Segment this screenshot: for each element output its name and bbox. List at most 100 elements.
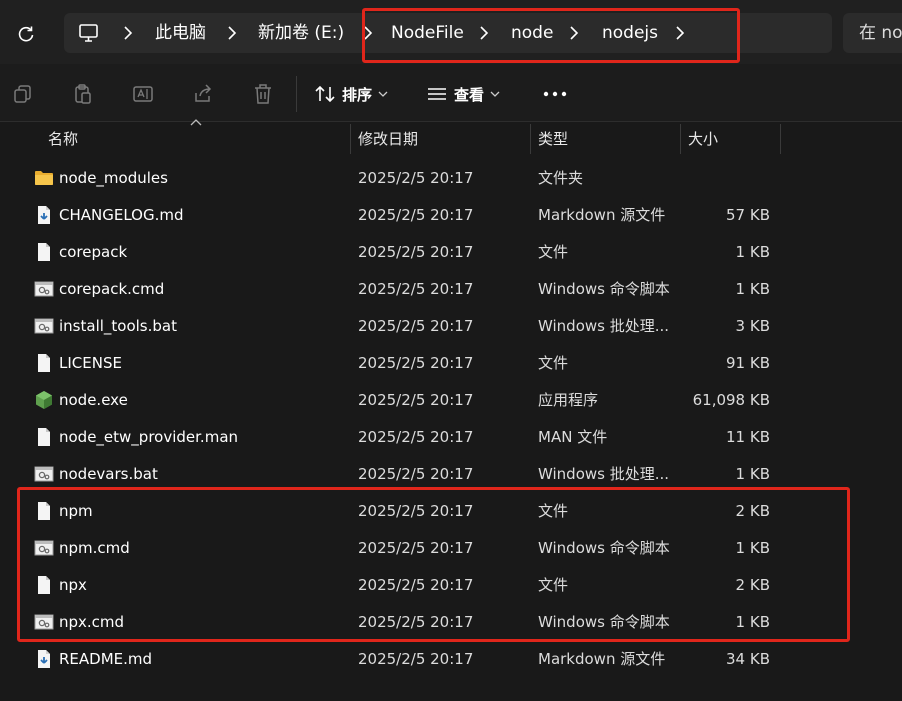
chevron-right-icon[interactable] bbox=[358, 13, 378, 53]
sort-label: 排序 bbox=[342, 85, 373, 104]
file-size: 1 KB bbox=[735, 613, 770, 631]
file-icon bbox=[34, 575, 54, 595]
file-row[interactable]: install_tools.bat 2025/2/5 20:17 Windows 批… bbox=[20, 308, 780, 345]
column-divider[interactable] bbox=[680, 124, 681, 154]
file-size: 34 KB bbox=[726, 650, 770, 668]
file-type: Windows 批处理... bbox=[538, 317, 670, 335]
file-name: corepack.cmd bbox=[59, 280, 165, 298]
script-icon bbox=[34, 538, 54, 558]
file-row[interactable]: nodevars.bat 2025/2/5 20:17 Windows 批处理...… bbox=[20, 456, 780, 493]
file-date: 2025/2/5 20:17 bbox=[358, 206, 474, 224]
breadcrumb-item-nodejs[interactable]: nodejs bbox=[602, 13, 658, 53]
toolbar-divider bbox=[296, 76, 297, 112]
file-row[interactable]: README.md 2025/2/5 20:17 Markdown 源文件 34 KB bbox=[20, 641, 780, 678]
column-header-date[interactable]: 修改日期 bbox=[358, 124, 418, 154]
file-type: Windows 命令脚本 bbox=[538, 539, 670, 557]
breadcrumb-item-this-pc[interactable]: 此电脑 bbox=[155, 13, 206, 53]
rename-icon[interactable] bbox=[130, 81, 156, 107]
file-type: MAN 文件 bbox=[538, 428, 608, 446]
file-row[interactable]: node_etw_provider.man 2025/2/5 20:17 MAN 文… bbox=[20, 419, 780, 456]
file-date: 2025/2/5 20:17 bbox=[358, 428, 474, 446]
column-divider[interactable] bbox=[530, 124, 531, 154]
file-date: 2025/2/5 20:17 bbox=[358, 354, 474, 372]
file-name: npm bbox=[59, 502, 93, 520]
file-size: 61,098 KB bbox=[692, 391, 770, 409]
file-size: 1 KB bbox=[735, 539, 770, 557]
file-icon bbox=[34, 353, 54, 373]
chevron-right-icon[interactable] bbox=[222, 13, 242, 53]
address-bar-region: 此电脑 新加卷 (E:) NodeFile node nodejs 在 no bbox=[0, 0, 902, 64]
view-icon bbox=[428, 88, 446, 100]
column-header-type[interactable]: 类型 bbox=[538, 124, 568, 154]
column-divider[interactable] bbox=[350, 124, 351, 154]
copy-icon[interactable] bbox=[10, 81, 36, 107]
file-type: 文件 bbox=[538, 502, 569, 520]
file-icon bbox=[34, 242, 54, 262]
file-name: README.md bbox=[59, 650, 153, 668]
sort-ascending-icon bbox=[190, 119, 202, 126]
file-row[interactable]: npm.cmd 2025/2/5 20:17 Windows 命令脚本 1 KB bbox=[20, 530, 780, 567]
more-icon bbox=[543, 91, 567, 97]
more-options-button[interactable] bbox=[543, 78, 567, 110]
chevron-right-icon[interactable] bbox=[118, 13, 138, 53]
file-type: 文件 bbox=[538, 354, 569, 372]
delete-icon[interactable] bbox=[250, 81, 276, 107]
share-icon[interactable] bbox=[190, 81, 216, 107]
file-name: install_tools.bat bbox=[59, 317, 177, 335]
node-icon bbox=[34, 390, 54, 410]
paste-icon[interactable] bbox=[70, 81, 96, 107]
chevron-right-icon[interactable] bbox=[670, 13, 690, 53]
script-icon bbox=[34, 464, 54, 484]
file-date: 2025/2/5 20:17 bbox=[358, 169, 474, 187]
command-bar: 排序 查看 bbox=[0, 64, 902, 122]
chevron-down-icon bbox=[378, 91, 388, 97]
file-size: 91 KB bbox=[726, 354, 770, 372]
chevron-down-icon bbox=[490, 91, 500, 97]
file-name: LICENSE bbox=[59, 354, 122, 372]
column-header-size[interactable]: 大小 bbox=[688, 124, 718, 154]
breadcrumb-item-node[interactable]: node bbox=[511, 13, 553, 53]
file-row[interactable]: corepack.cmd 2025/2/5 20:17 Windows 命令脚本 1 … bbox=[20, 271, 780, 308]
sort-menu-button[interactable]: 排序 bbox=[314, 78, 388, 110]
file-date: 2025/2/5 20:17 bbox=[358, 613, 474, 631]
file-name: node_etw_provider.man bbox=[59, 428, 239, 446]
view-label: 查看 bbox=[454, 85, 485, 104]
file-type: 文件 bbox=[538, 576, 569, 594]
breadcrumb-item-nodefile[interactable]: NodeFile bbox=[391, 13, 464, 53]
file-size: 2 KB bbox=[735, 576, 770, 594]
file-row[interactable]: corepack 2025/2/5 20:17 文件 1 KB bbox=[20, 234, 780, 271]
column-divider[interactable] bbox=[780, 124, 781, 154]
file-date: 2025/2/5 20:17 bbox=[358, 650, 474, 668]
file-date: 2025/2/5 20:17 bbox=[358, 243, 474, 261]
file-name: CHANGELOG.md bbox=[59, 206, 184, 224]
file-row[interactable]: node_modules 2025/2/5 20:17 文件夹 bbox=[20, 160, 780, 197]
script-icon bbox=[34, 612, 54, 632]
computer-icon[interactable] bbox=[78, 23, 100, 43]
file-type: Windows 命令脚本 bbox=[538, 613, 670, 631]
file-name: node.exe bbox=[59, 391, 128, 409]
column-header-name[interactable]: 名称 bbox=[48, 124, 78, 154]
file-type: Windows 批处理... bbox=[538, 465, 670, 483]
file-type: 文件 bbox=[538, 243, 569, 261]
view-menu-button[interactable]: 查看 bbox=[426, 78, 500, 110]
chevron-right-icon[interactable] bbox=[474, 13, 494, 53]
folder-icon bbox=[34, 168, 54, 188]
script-icon bbox=[34, 279, 54, 299]
file-row[interactable]: LICENSE 2025/2/5 20:17 文件 91 KB bbox=[20, 345, 780, 382]
file-size: 1 KB bbox=[735, 465, 770, 483]
file-row[interactable]: node.exe 2025/2/5 20:17 应用程序 61,098 KB bbox=[20, 382, 780, 419]
refresh-button[interactable] bbox=[10, 20, 42, 48]
file-size: 3 KB bbox=[735, 317, 770, 335]
chevron-right-icon[interactable] bbox=[564, 13, 584, 53]
file-row[interactable]: npx.cmd 2025/2/5 20:17 Windows 命令脚本 1 KB bbox=[20, 604, 780, 641]
breadcrumb[interactable]: 此电脑 新加卷 (E:) NodeFile node nodejs bbox=[64, 13, 832, 53]
file-date: 2025/2/5 20:17 bbox=[358, 280, 474, 298]
search-input[interactable]: 在 no bbox=[843, 13, 902, 53]
file-row[interactable]: CHANGELOG.md 2025/2/5 20:17 Markdown 源文件 57… bbox=[20, 197, 780, 234]
file-row[interactable]: npm 2025/2/5 20:17 文件 2 KB bbox=[20, 493, 780, 530]
breadcrumb-item-volume-e[interactable]: 新加卷 (E:) bbox=[258, 13, 344, 53]
file-row[interactable]: npx 2025/2/5 20:17 文件 2 KB bbox=[20, 567, 780, 604]
file-name: npm.cmd bbox=[59, 539, 130, 557]
file-icon bbox=[34, 427, 54, 447]
file-date: 2025/2/5 20:17 bbox=[358, 391, 474, 409]
